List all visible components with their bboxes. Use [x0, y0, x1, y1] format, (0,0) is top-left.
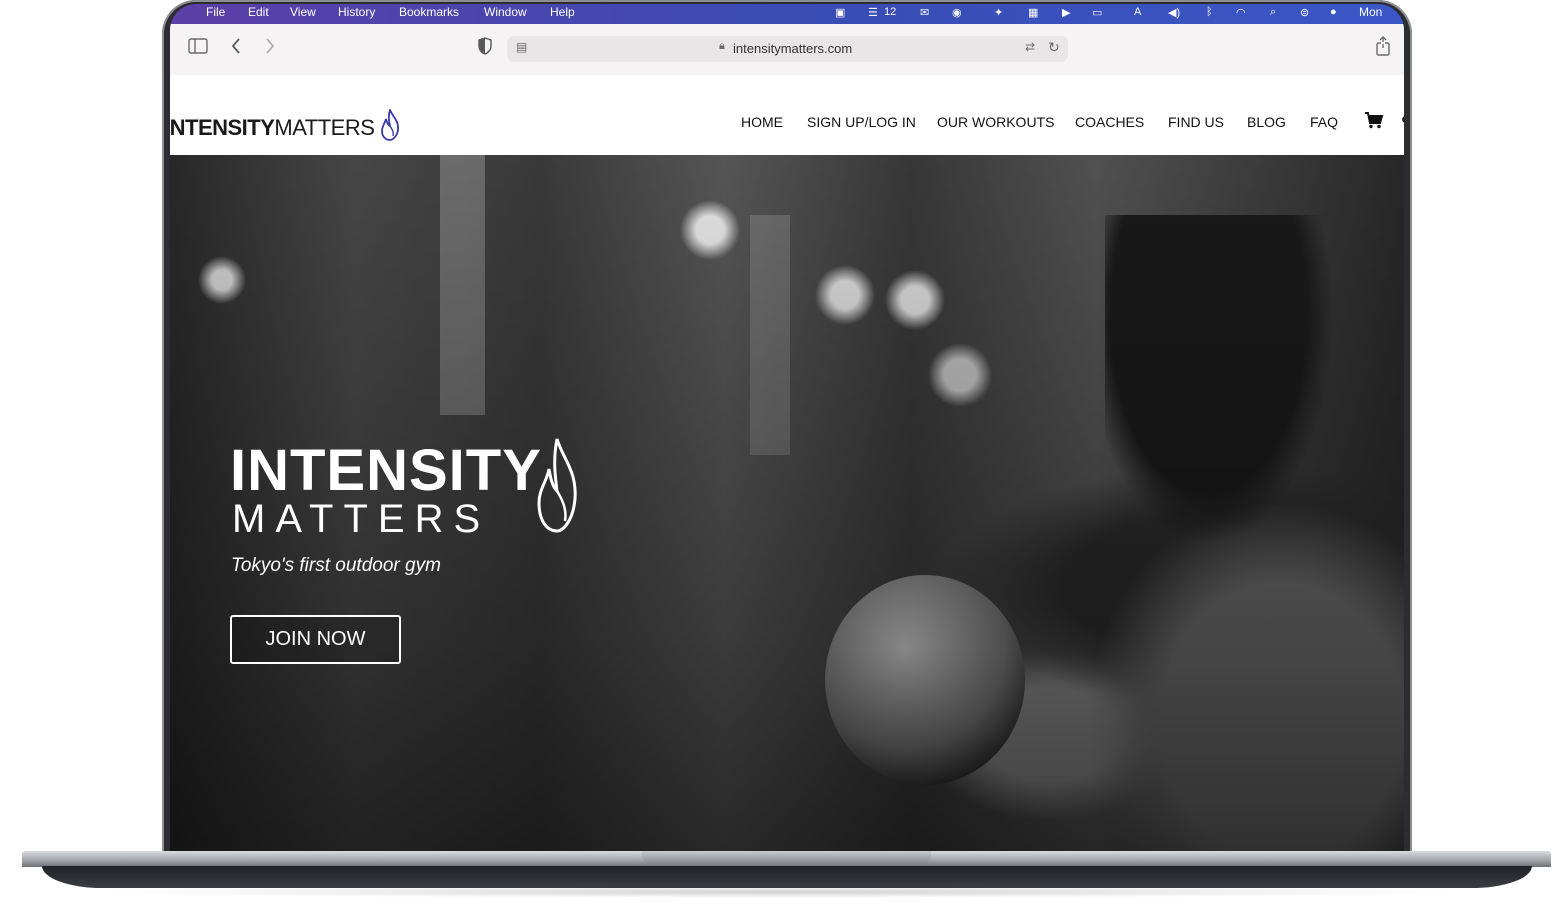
- sidebar-toggle-icon[interactable]: [188, 38, 208, 59]
- input-source-icon[interactable]: A: [1134, 6, 1141, 18]
- nav-blog[interactable]: BLOG: [1247, 114, 1286, 130]
- lock-icon: 🔒︎: [719, 40, 725, 52]
- nav-our-workouts[interactable]: OUR WORKOUTS: [937, 114, 1054, 130]
- cart-icon[interactable]: [1364, 111, 1384, 132]
- hero-banner: INTENSITY MATTERS Tokyo's first outdoor …: [170, 155, 1404, 854]
- menu-window[interactable]: Window: [484, 5, 527, 19]
- notes-icon[interactable]: ☰: [868, 6, 878, 19]
- pin-icon[interactable]: ✦: [994, 6, 1003, 19]
- nav-find-us[interactable]: FIND US: [1168, 114, 1224, 130]
- badge-count: 12: [884, 6, 897, 18]
- hero-logo-line1: INTENSITY: [230, 438, 542, 503]
- menu-bookmarks[interactable]: Bookmarks: [399, 5, 459, 19]
- menu-edit[interactable]: Edit: [248, 5, 269, 19]
- forward-icon[interactable]: [264, 37, 276, 60]
- menu-help[interactable]: Help: [550, 5, 575, 19]
- menu-history[interactable]: History: [338, 5, 375, 19]
- logo-light-text: MATTERS: [274, 115, 375, 140]
- nav-home[interactable]: HOME: [741, 114, 783, 130]
- site-logo[interactable]: INTENSITYMATTERS: [170, 107, 400, 141]
- hero-tagline: Tokyo's first outdoor gym: [231, 555, 441, 576]
- hero-flame-icon: [537, 438, 577, 533]
- control-center-icon[interactable]: ⊜: [1300, 6, 1309, 19]
- site-header: INTENSITYMATTERS HOME SIGN UP/LOG IN OUR…: [170, 75, 1404, 155]
- laptop-notch: [642, 851, 931, 865]
- mac-menu-bar: File Edit View History Bookmarks Window …: [170, 4, 1404, 24]
- chat-icon[interactable]: ✉: [920, 6, 929, 19]
- laptop-shadow: [80, 886, 1480, 898]
- laptop-screen: File Edit View History Bookmarks Window …: [170, 4, 1404, 854]
- reload-icon[interactable]: ↻: [1048, 39, 1060, 56]
- hero-logo-line2: MATTERS: [232, 497, 491, 541]
- share-icon[interactable]: [1375, 36, 1391, 61]
- wifi-icon[interactable]: ◠: [1236, 6, 1246, 19]
- battery-icon[interactable]: ▭: [1092, 6, 1102, 19]
- volume-icon[interactable]: ◀): [1168, 6, 1180, 19]
- search-icon[interactable]: ◖: [1399, 111, 1404, 129]
- nav-signup-login[interactable]: SIGN UP/LOG IN: [807, 114, 916, 130]
- play-icon[interactable]: ▶: [1062, 6, 1070, 19]
- menu-clock[interactable]: Mon: [1359, 5, 1382, 19]
- browser-toolbar: ▤ 🔒︎ intensitymatters.com ⇄ ↻: [170, 24, 1404, 76]
- url-text[interactable]: intensitymatters.com: [733, 41, 852, 56]
- nav-coaches[interactable]: COACHES: [1075, 114, 1144, 130]
- laptop-base-bottom: [42, 866, 1532, 888]
- join-now-button[interactable]: JOIN NOW: [230, 615, 401, 664]
- bluetooth-icon[interactable]: ᛒ: [1206, 6, 1213, 18]
- search-icon[interactable]: ⌕: [1270, 6, 1276, 19]
- reader-icon[interactable]: ▤: [516, 40, 527, 54]
- address-bar[interactable]: ▤ 🔒︎ intensitymatters.com ⇄ ↻: [507, 36, 1068, 62]
- nav-faq[interactable]: FAQ: [1310, 114, 1338, 130]
- menu-file[interactable]: File: [206, 5, 225, 19]
- back-icon[interactable]: [230, 37, 242, 60]
- screen-record-icon[interactable]: ◉: [952, 6, 962, 19]
- layout-icon[interactable]: ▦: [1028, 6, 1038, 19]
- privacy-shield-icon[interactable]: [478, 37, 492, 60]
- siri-icon[interactable]: ●: [1330, 6, 1337, 18]
- translate-icon[interactable]: ⇄: [1025, 40, 1035, 54]
- calendar-icon[interactable]: ▣: [835, 6, 845, 19]
- flame-icon: [381, 107, 399, 141]
- logo-bold-text: INTENSITY: [170, 115, 275, 140]
- menu-view[interactable]: View: [290, 5, 316, 19]
